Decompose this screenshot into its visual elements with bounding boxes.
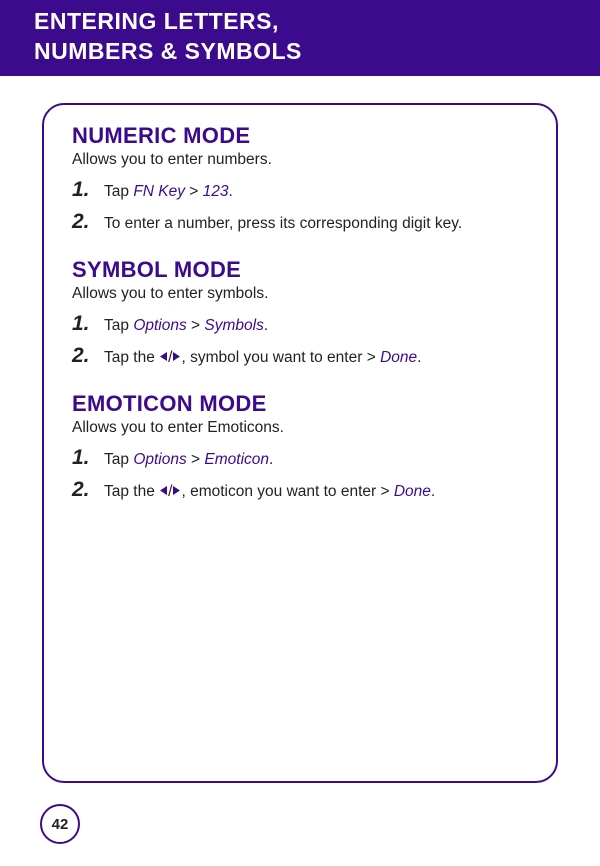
numeric-step-1: 1. Tap FN Key > 123. [72, 179, 532, 203]
keyword: Options [133, 451, 186, 468]
text: > [187, 451, 205, 468]
page-number-value: 42 [52, 816, 69, 833]
left-arrow-icon [159, 481, 168, 503]
section-title-numeric: NUMERIC MODE [72, 123, 532, 149]
text: > [187, 317, 205, 334]
keyword: Done [380, 349, 417, 366]
step-body: Tap the /, symbol you want to enter > Do… [104, 347, 532, 369]
emoticon-step-1: 1. Tap Options > Emoticon. [72, 447, 532, 471]
text: , emoticon you want to enter > [181, 483, 393, 500]
page-number: 42 [40, 804, 80, 844]
text: Tap [104, 451, 133, 468]
symbol-step-2: 2. Tap the /, symbol you want to enter >… [72, 345, 532, 369]
text: Tap [104, 183, 133, 200]
keyword: Done [394, 483, 431, 500]
step-body: Tap FN Key > 123. [104, 181, 532, 203]
text: . [431, 483, 435, 500]
numeric-step-2: 2. To enter a number, press its correspo… [72, 211, 532, 235]
step-number: 2. [72, 345, 104, 367]
content-frame: NUMERIC MODE Allows you to enter numbers… [42, 103, 558, 783]
left-arrow-icon [159, 347, 168, 369]
symbol-step-1: 1. Tap Options > Symbols. [72, 313, 532, 337]
header-title-line1: ENTERING LETTERS, [34, 8, 279, 34]
header-title: ENTERING LETTERS, NUMBERS & SYMBOLS [34, 6, 566, 66]
text: To enter a number, press its correspondi… [104, 215, 462, 232]
emoticon-step-2: 2. Tap the /, emoticon you want to enter… [72, 479, 532, 503]
step-number: 1. [72, 447, 104, 469]
keyword: FN Key [133, 183, 185, 200]
section-desc-emoticon: Allows you to enter Emoticons. [72, 419, 532, 437]
section-title-emoticon: EMOTICON MODE [72, 391, 532, 417]
keyword: Emoticon [204, 451, 269, 468]
text: . [269, 451, 273, 468]
step-number: 1. [72, 313, 104, 335]
text: Tap the [104, 483, 159, 500]
keyword: Options [133, 317, 186, 334]
step-number: 2. [72, 211, 104, 233]
keyword: 123 [203, 183, 229, 200]
header-title-line2: NUMBERS & SYMBOLS [34, 38, 302, 64]
keyword: Symbols [204, 317, 263, 334]
text: . [417, 349, 421, 366]
text: > [185, 183, 203, 200]
section-desc-symbol: Allows you to enter symbols. [72, 285, 532, 303]
section-desc-numeric: Allows you to enter numbers. [72, 151, 532, 169]
step-body: Tap Options > Symbols. [104, 315, 532, 337]
step-body: Tap the /, emoticon you want to enter > … [104, 481, 532, 503]
step-body: To enter a number, press its correspondi… [104, 213, 532, 235]
step-number: 1. [72, 179, 104, 201]
step-body: Tap Options > Emoticon. [104, 449, 532, 471]
text: . [264, 317, 268, 334]
text: Tap [104, 317, 133, 334]
section-title-symbol: SYMBOL MODE [72, 257, 532, 283]
page-header: ENTERING LETTERS, NUMBERS & SYMBOLS [0, 0, 600, 76]
text: Tap the [104, 349, 159, 366]
text: , symbol you want to enter > [181, 349, 380, 366]
step-number: 2. [72, 479, 104, 501]
text: . [229, 183, 233, 200]
